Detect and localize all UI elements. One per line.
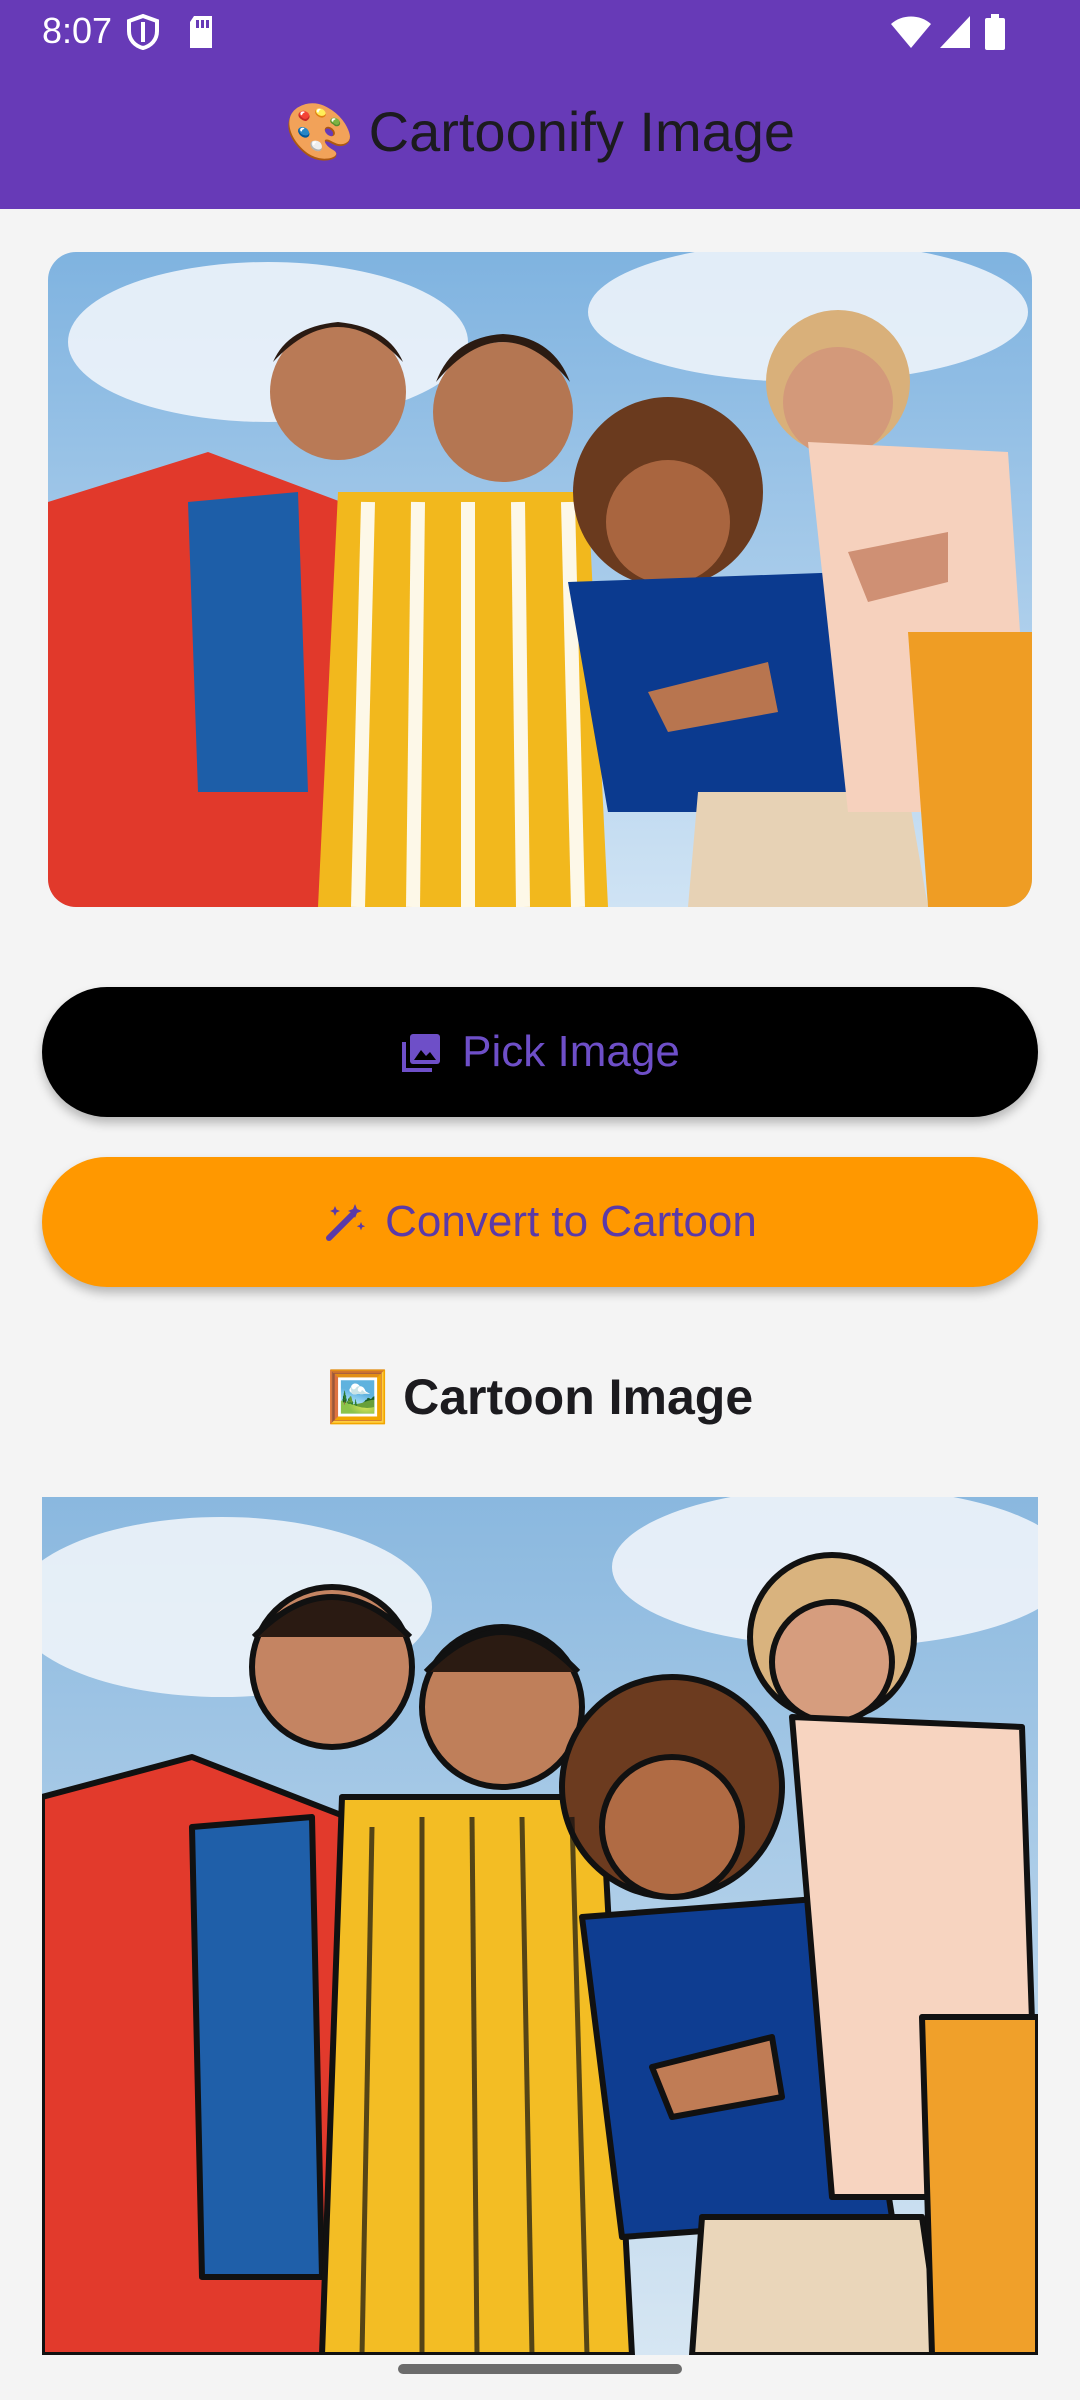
original-image xyxy=(48,252,1032,907)
convert-to-cartoon-button[interactable]: Convert to Cartoon xyxy=(42,1157,1038,1287)
status-bar: 8:07 xyxy=(0,0,1080,64)
page-title-text: Cartoonify Image xyxy=(368,100,796,163)
palette-icon: 🎨 xyxy=(284,100,355,163)
cartoon-section-title: 🖼️ Cartoon Image xyxy=(0,1368,1080,1427)
cartoon-image xyxy=(42,1497,1038,2355)
wifi-icon xyxy=(890,14,932,55)
sd-card-icon xyxy=(186,14,216,55)
shield-icon xyxy=(126,13,160,55)
battery-icon xyxy=(984,14,1006,55)
gesture-navigation-bar[interactable] xyxy=(398,2364,682,2374)
page-title: 🎨 Cartoonify Image xyxy=(0,96,1080,168)
magic-wand-icon xyxy=(323,1200,367,1244)
pick-image-button[interactable]: Pick Image xyxy=(42,987,1038,1117)
signal-icon xyxy=(938,14,972,55)
image-icon xyxy=(400,1030,444,1074)
app-bar: 8:07 🎨 Cartoonify Image xyxy=(0,0,1080,209)
pick-image-label: Pick Image xyxy=(462,1027,680,1076)
status-time: 8:07 xyxy=(42,10,113,51)
convert-label: Convert to Cartoon xyxy=(385,1197,757,1246)
cartoon-title-text: Cartoon Image xyxy=(403,1369,754,1425)
framed-picture-icon: 🖼️ xyxy=(326,1369,390,1425)
